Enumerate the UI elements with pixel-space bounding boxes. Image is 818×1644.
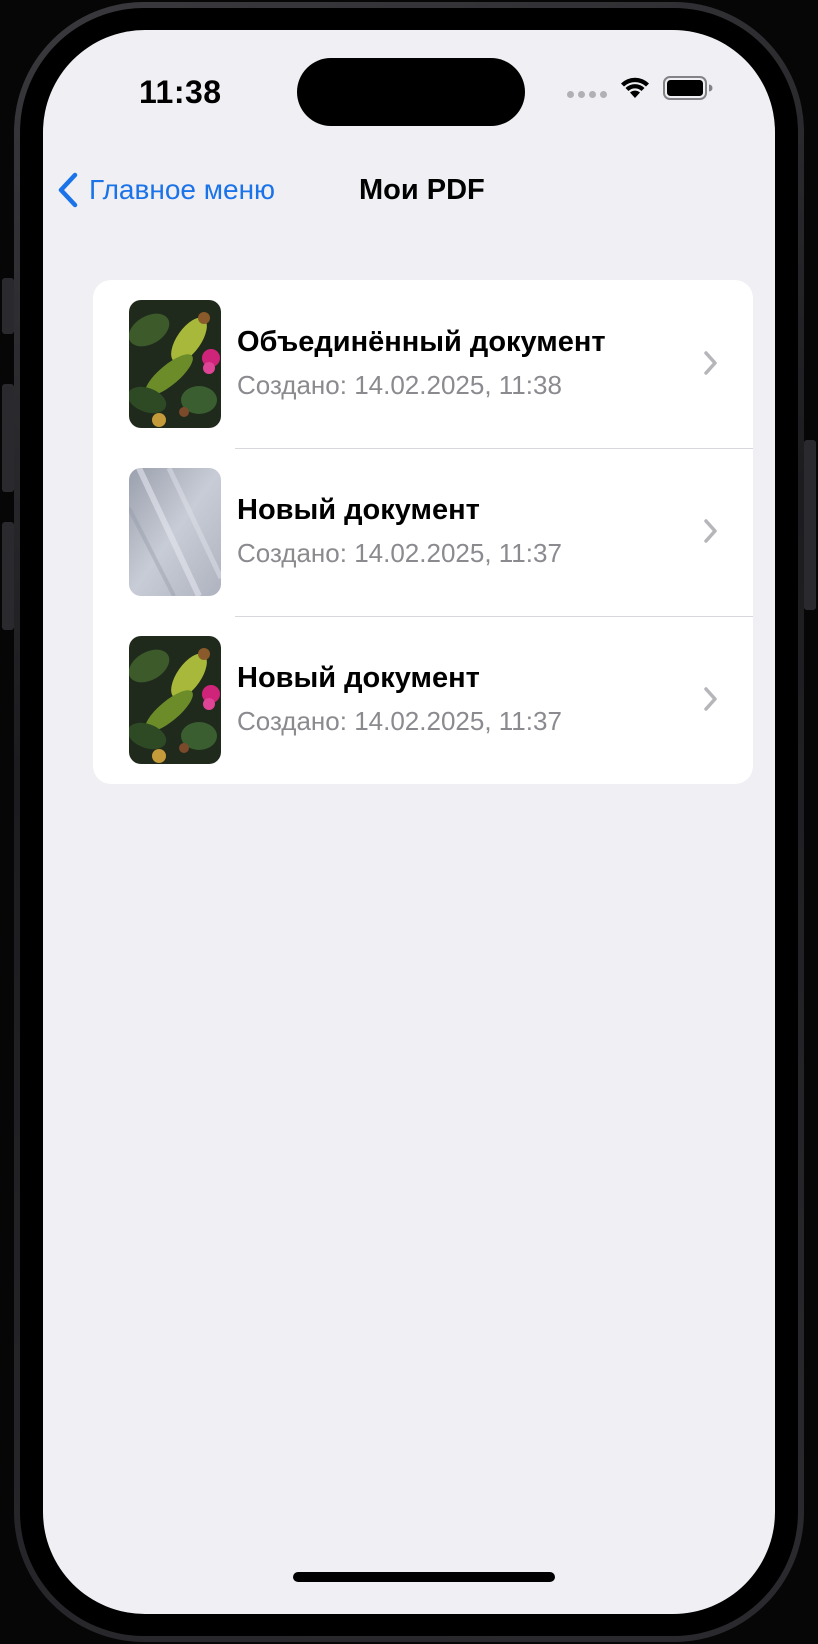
document-title: Новый документ <box>237 662 480 694</box>
list-item[interactable]: Объединённый документ Создано: 14.02.202… <box>93 280 753 448</box>
list-item[interactable]: Новый документ Создано: 14.02.2025, 11:3… <box>93 616 753 784</box>
dynamic-island <box>297 58 525 126</box>
power-button <box>804 440 816 610</box>
back-button-label: Главное меню <box>89 174 276 205</box>
volume-up-button <box>2 384 14 492</box>
action-button <box>2 278 14 334</box>
chevron-left-icon <box>58 172 78 208</box>
phone-frame: 11:38 Главное меню Мои PDF Объединённый … <box>14 2 804 1642</box>
document-list: Объединённый документ Создано: 14.02.202… <box>93 280 753 784</box>
back-button[interactable]: Главное меню <box>57 160 275 220</box>
document-title: Объединённый документ <box>237 326 606 358</box>
document-created-date: Создано: 14.02.2025, 11:37 <box>237 706 562 736</box>
chevron-right-icon <box>704 519 717 543</box>
wifi-icon <box>621 77 649 98</box>
screen: 11:38 Главное меню Мои PDF Объединённый … <box>43 30 775 1614</box>
document-thumbnail <box>129 300 221 428</box>
chevron-right-icon <box>704 351 717 375</box>
volume-down-button <box>2 522 14 630</box>
device-stage: 11:38 Главное меню Мои PDF Объединённый … <box>0 0 818 1644</box>
status-time: 11:38 <box>139 74 222 110</box>
chevron-right-icon <box>704 687 717 711</box>
cellular-signal-icon <box>567 90 607 98</box>
page-title: Мои PDF <box>359 174 485 206</box>
document-created-date: Создано: 14.02.2025, 11:38 <box>237 370 562 400</box>
status-indicators <box>567 76 713 100</box>
document-created-date: Создано: 14.02.2025, 11:37 <box>237 538 562 568</box>
document-thumbnail <box>129 468 221 596</box>
document-thumbnail <box>129 636 221 764</box>
home-indicator[interactable] <box>293 1572 555 1582</box>
battery-icon <box>663 76 713 100</box>
document-title: Новый документ <box>237 494 480 526</box>
navigation-bar: Главное меню Мои PDF <box>43 160 775 220</box>
list-item[interactable]: Новый документ Создано: 14.02.2025, 11:3… <box>93 448 753 616</box>
